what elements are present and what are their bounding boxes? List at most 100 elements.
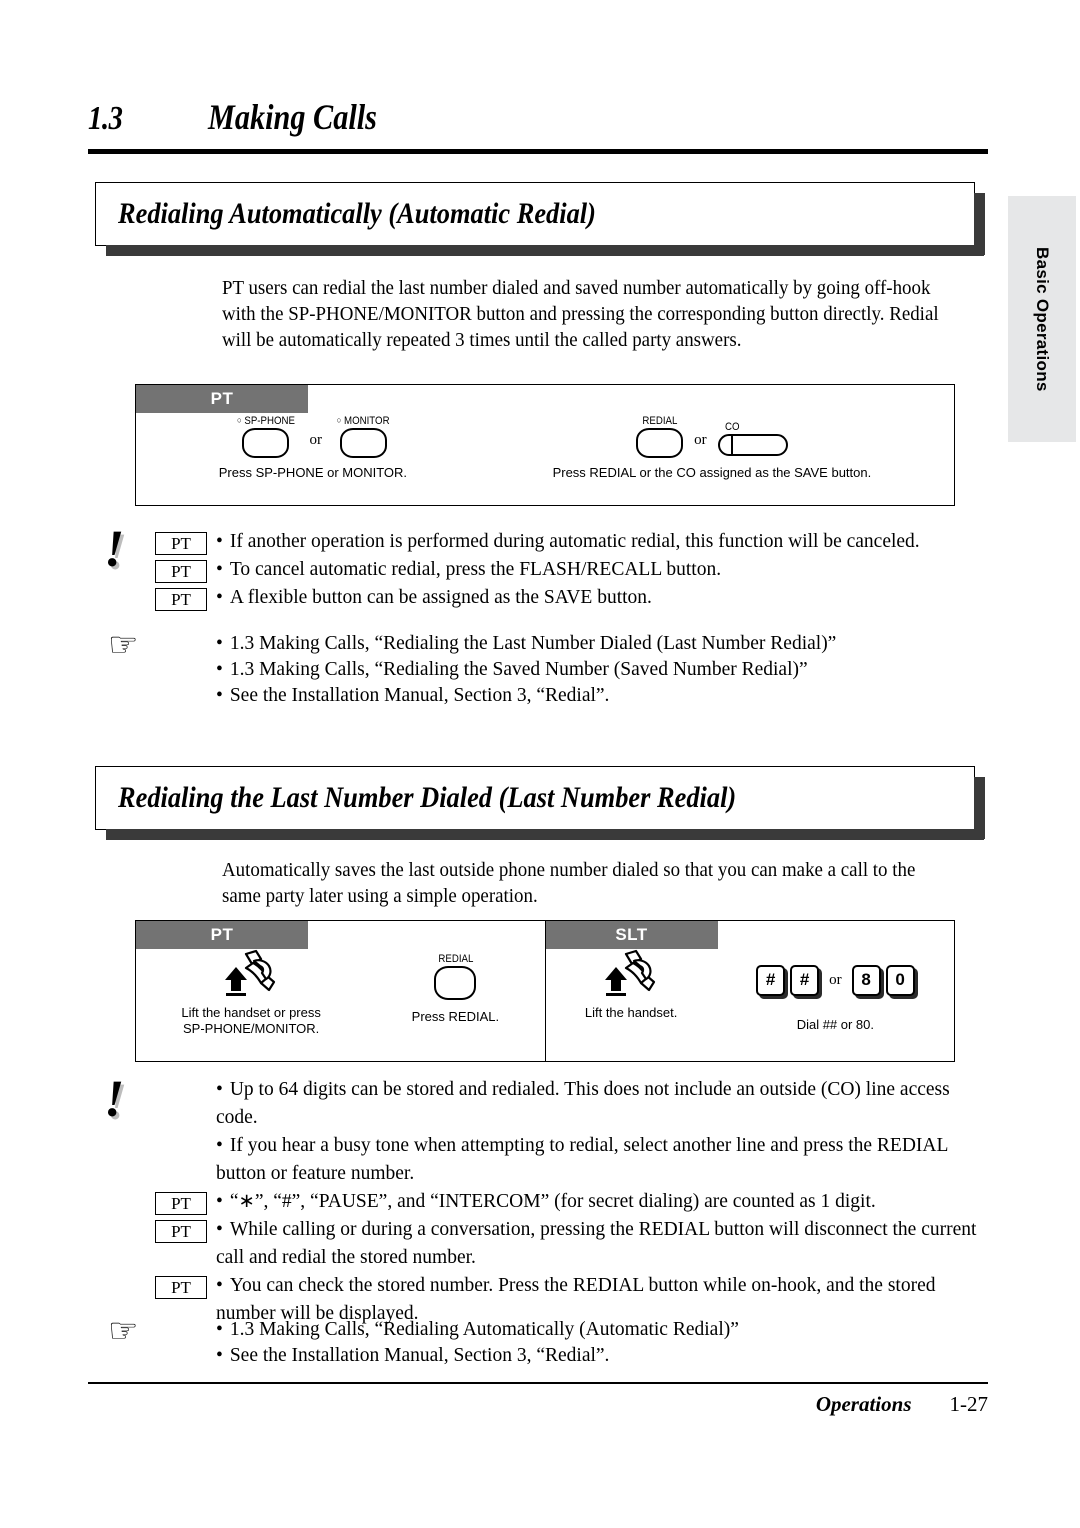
monitor-key-shape[interactable] xyxy=(339,428,387,458)
note-text: If another operation is performed during… xyxy=(229,531,920,552)
chapter-rule xyxy=(88,149,988,154)
section-title-text: Redialing Automatically (Automatic Redia… xyxy=(118,197,596,230)
references-automatic-redial: • 1.3 Making Calls, “Redialing the Last N… xyxy=(216,631,991,709)
diagram-step: SP-PHONE or MONITOR Press SP-PHONE or MO… xyxy=(219,413,407,481)
note-item: PT • If another operation is performed du… xyxy=(155,528,990,556)
co-key-shape[interactable] xyxy=(717,433,788,456)
key-eight[interactable]: 8 xyxy=(851,964,881,996)
or-separator: or xyxy=(694,432,707,448)
page-footer: Operations 1-27 xyxy=(88,1392,988,1417)
bullet-icon: • xyxy=(216,1135,223,1156)
diagram-step: Lift the handset. xyxy=(584,949,678,1021)
section-body-last-number-redial: Automatically saves the last outside pho… xyxy=(222,860,916,907)
redial-button[interactable]: REDIAL xyxy=(636,414,684,458)
pt-chip: PT xyxy=(155,560,207,583)
note-item: PT • A flexible button can be assigned as… xyxy=(155,584,990,612)
diagram-steps: SP-PHONE or MONITOR Press SP-PHONE or MO… xyxy=(136,413,954,505)
section-body-automatic-redial: PT users can redial the last number dial… xyxy=(222,278,939,351)
sp-phone-key-shape[interactable] xyxy=(242,428,290,458)
note-text: If you hear a busy tone when attempting … xyxy=(216,1135,948,1184)
reference-text: 1.3 Making Calls, “Redialing Automatical… xyxy=(229,1319,739,1340)
bullet-icon: • xyxy=(216,1219,223,1240)
handset-lift-icon xyxy=(605,949,656,996)
diagram-steps: Lift the handset. # # or 8 0 Dial ## or … xyxy=(546,949,955,1061)
diagram-step-caption: Dial ## or 80. xyxy=(796,1017,875,1032)
diagram-step-caption: Press REDIAL. xyxy=(411,1009,500,1024)
button-group: REDIAL or CO xyxy=(636,413,788,459)
reference-text: See the Installation Manual, Section 3, … xyxy=(229,1345,610,1366)
key-hash-2[interactable]: # xyxy=(790,964,820,996)
note-item: PT • While calling or during a conversati… xyxy=(155,1216,995,1272)
bullet-icon: • xyxy=(216,685,223,706)
pointing-hand-icon: ☞ xyxy=(108,1311,139,1351)
pt-chip: PT xyxy=(155,532,207,555)
reference-item: • See the Installation Manual, Section 3,… xyxy=(216,1343,991,1369)
redial-key-shape[interactable] xyxy=(434,966,477,1000)
reference-text: 1.3 Making Calls, “Redialing the Saved N… xyxy=(229,659,808,680)
pt-chip xyxy=(155,1080,207,1103)
redial-key-shape[interactable] xyxy=(636,427,684,458)
pt-chip: PT xyxy=(155,1220,207,1243)
bullet-icon: • xyxy=(216,1345,223,1366)
diagram-last-number-redial: PT Lift the handset or press SP-PHONE/MO… xyxy=(135,920,955,1062)
diagram-step-caption: Press REDIAL or the CO assigned as the S… xyxy=(552,465,872,480)
pt-chip: PT xyxy=(155,1276,207,1299)
diagram-step: REDIAL Press REDIAL. xyxy=(412,949,499,1025)
diagram-tab-slt: SLT xyxy=(545,921,718,949)
co-button-label: CO xyxy=(724,420,740,433)
note-text: A flexible button can be assigned as the… xyxy=(229,587,652,608)
section-title-automatic-redial: Redialing Automatically (Automatic Redia… xyxy=(95,182,985,256)
diagram-step-caption: Lift the handset or press SP-PHONE/MONIT… xyxy=(181,1005,321,1036)
bullet-icon: • xyxy=(216,559,223,580)
diagram-step-caption: Lift the handset. xyxy=(584,1005,678,1020)
section-title-text: Redialing the Last Number Dialed (Last N… xyxy=(118,781,737,814)
reference-item: • 1.3 Making Calls, “Redialing the Last N… xyxy=(216,631,991,657)
diagram-step: Lift the handset or press SP-PHONE/MONIT… xyxy=(181,949,321,1037)
document-page: 1.3 Making Calls Basic Operations Redial… xyxy=(0,0,1080,1528)
warning-exclamation-icon: ! xyxy=(104,1071,125,1128)
bullet-icon: • xyxy=(216,1191,223,1212)
note-text: While calling or during a conversation, … xyxy=(216,1219,977,1268)
section-title-last-number-redial: Redialing the Last Number Dialed (Last N… xyxy=(95,766,985,840)
key-hash-1[interactable]: # xyxy=(756,964,786,996)
footer-rule xyxy=(88,1382,988,1384)
diagram-automatic-redial: PT SP-PHONE or MONITOR Press SP-PHONE or… xyxy=(135,384,955,506)
footer-label: Operations xyxy=(815,1392,912,1416)
keypad-group: # # or 8 0 xyxy=(756,949,915,1003)
key-zero[interactable]: 0 xyxy=(885,964,915,996)
reference-text: See the Installation Manual, Section 3, … xyxy=(229,685,610,706)
note-item: • If you hear a busy tone when attempting… xyxy=(155,1132,995,1188)
diagram-pane-pt: PT Lift the handset or press SP-PHONE/MO… xyxy=(136,921,546,1061)
chapter-title: Making Calls xyxy=(208,97,377,137)
note-item: • Up to 64 digits can be stored and redia… xyxy=(155,1076,995,1132)
redial-button[interactable]: REDIAL xyxy=(434,949,477,1003)
pt-chip: PT xyxy=(155,1192,207,1215)
diagram-step-caption: Press SP-PHONE or MONITOR. xyxy=(218,465,408,480)
redial-button-label: REDIAL xyxy=(642,414,678,427)
pt-chip xyxy=(155,1136,207,1159)
monitor-button[interactable]: MONITOR xyxy=(333,414,393,458)
note-item: PT • “∗”, “#”, “PAUSE”, and “INTERCOM” (f… xyxy=(155,1188,995,1216)
handset-lift-icon xyxy=(225,949,276,996)
diagram-pane-slt: SLT Lift the handset. # # or 8 0 Dial ##… xyxy=(545,921,955,1061)
diagram-tab-pt: PT xyxy=(136,385,308,413)
footer-page-number: 1-27 xyxy=(949,1392,989,1416)
pointing-hand-icon: ☞ xyxy=(108,625,139,665)
diagram-tab-pt: PT xyxy=(136,921,308,949)
references-last-number-redial: • 1.3 Making Calls, “Redialing Automatica… xyxy=(216,1317,991,1369)
diagram-steps: Lift the handset or press SP-PHONE/MONIT… xyxy=(136,949,545,1061)
button-group: SP-PHONE or MONITOR xyxy=(233,413,394,459)
bullet-icon: • xyxy=(216,587,223,608)
bullet-icon: • xyxy=(216,1079,223,1100)
reference-item: • See the Installation Manual, Section 3,… xyxy=(216,683,991,709)
note-text: To cancel automatic redial, press the FL… xyxy=(229,559,722,580)
side-tab-basic-operations: Basic Operations xyxy=(1008,196,1076,442)
note-text: Up to 64 digits can be stored and redial… xyxy=(216,1079,950,1128)
notes-automatic-redial: PT • If another operation is performed du… xyxy=(155,528,990,612)
diagram-step: REDIAL or CO Press REDIAL or the CO assi… xyxy=(553,413,872,481)
diagram-step: # # or 8 0 Dial ## or 80. xyxy=(756,949,915,1033)
sp-phone-button[interactable]: SP-PHONE xyxy=(233,414,299,458)
or-separator: or xyxy=(829,972,842,988)
monitor-button-label: MONITOR xyxy=(337,414,390,427)
co-button[interactable]: CO xyxy=(717,420,788,456)
